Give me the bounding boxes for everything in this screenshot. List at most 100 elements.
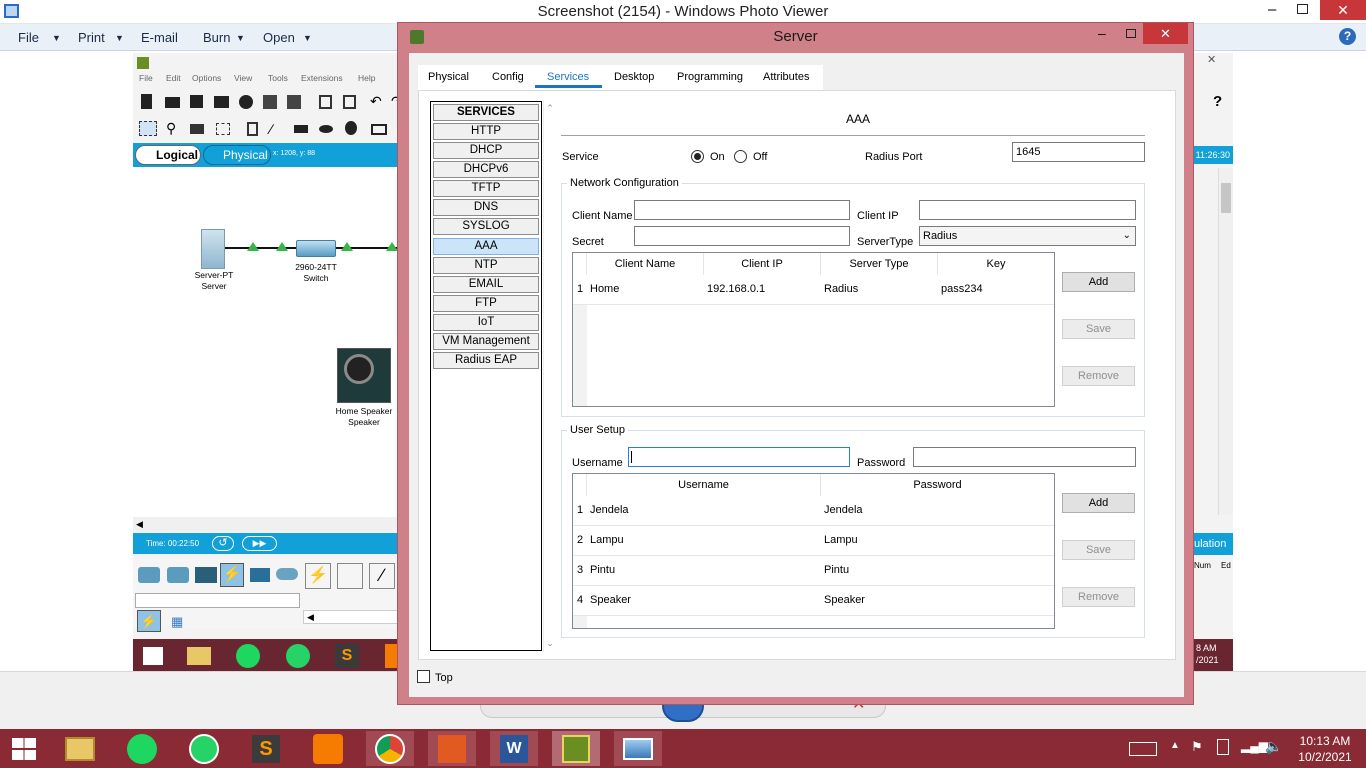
- minimize-icon[interactable]: –: [1268, 1, 1276, 18]
- switch-device-icon[interactable]: [296, 240, 336, 257]
- chevron-down-icon[interactable]: ▼: [115, 33, 124, 43]
- tab-programming[interactable]: Programming: [677, 71, 743, 83]
- pt-menu-tools[interactable]: Tools: [268, 73, 288, 83]
- menu-open[interactable]: Open: [263, 30, 295, 45]
- add-client-button[interactable]: Add: [1062, 272, 1135, 292]
- service-http[interactable]: HTTP: [433, 123, 539, 140]
- pt-horizontal-scrollbar[interactable]: ◀: [133, 517, 399, 531]
- freeform-icon[interactable]: [345, 121, 357, 135]
- speaker-device-icon[interactable]: [337, 348, 391, 403]
- tab-services[interactable]: Services: [547, 71, 589, 83]
- physical-tab[interactable]: Physical: [203, 145, 271, 165]
- service-tftp[interactable]: TFTP: [433, 180, 539, 197]
- sublime-taskbar-icon[interactable]: S: [242, 731, 290, 766]
- note-icon[interactable]: [247, 122, 258, 136]
- small-connection-icon[interactable]: ⚡: [137, 610, 161, 632]
- word-taskbar-icon[interactable]: W: [490, 731, 538, 766]
- pt-menu-edit[interactable]: Edit: [166, 73, 181, 83]
- components-icon[interactable]: [195, 567, 217, 583]
- client-ip-input[interactable]: [919, 200, 1136, 220]
- new-file-icon[interactable]: [141, 94, 152, 109]
- service-aaa[interactable]: AAA: [433, 238, 539, 255]
- chrome-taskbar-icon[interactable]: [366, 731, 414, 766]
- pt-menu-file[interactable]: File: [139, 73, 153, 83]
- reset-time-icon[interactable]: ↺: [212, 536, 234, 551]
- window-minimize-icon[interactable]: –: [1098, 25, 1106, 41]
- device-list-scrollbar[interactable]: ◀: [303, 610, 399, 624]
- service-dns[interactable]: DNS: [433, 199, 539, 216]
- copy-icon[interactable]: [319, 95, 332, 109]
- username-input[interactable]: [628, 447, 850, 467]
- service-iot[interactable]: IoT: [433, 314, 539, 331]
- device-search-field[interactable]: [135, 593, 300, 608]
- chevron-down-icon[interactable]: ▼: [236, 33, 245, 43]
- chevron-down-icon[interactable]: ▼: [303, 33, 312, 43]
- packet-tracer-taskbar-icon[interactable]: [552, 731, 600, 766]
- whatsapp-icon[interactable]: [286, 644, 310, 668]
- pt-right-close-icon[interactable]: ✕: [1207, 53, 1216, 66]
- help-icon[interactable]: ?: [1339, 28, 1356, 45]
- spotify-taskbar-icon[interactable]: [118, 731, 166, 766]
- fast-forward-icon[interactable]: ▶▶: [242, 536, 277, 551]
- secret-input[interactable]: [634, 226, 850, 246]
- keyboard-icon[interactable]: [1129, 742, 1157, 756]
- spotify-icon[interactable]: [236, 644, 260, 668]
- show-hidden-icons[interactable]: ▲: [1170, 740, 1180, 751]
- menu-burn[interactable]: Burn: [203, 30, 230, 45]
- network-devices-icon[interactable]: [138, 567, 160, 583]
- xampp-taskbar-icon[interactable]: [304, 731, 352, 766]
- pdu-icon[interactable]: [371, 124, 387, 135]
- clock-area[interactable]: 10:13 AM 10/2/2021: [1290, 733, 1360, 765]
- chevron-down-icon[interactable]: ▼: [52, 33, 61, 43]
- menu-file[interactable]: File: [18, 30, 39, 45]
- info-icon[interactable]: [239, 95, 253, 109]
- save-user-button[interactable]: Save: [1062, 540, 1135, 560]
- window-maximize-icon[interactable]: [1126, 29, 1136, 38]
- resize-icon[interactable]: [216, 123, 230, 135]
- save-icon[interactable]: [190, 95, 203, 108]
- acrobat-taskbar-icon[interactable]: [428, 731, 476, 766]
- password-input[interactable]: [913, 447, 1136, 467]
- file-explorer-taskbar-icon[interactable]: [56, 731, 104, 766]
- pt-workspace-canvas[interactable]: Server-PT Server 2960-24TT Switch Home S…: [133, 167, 399, 517]
- service-off-radio[interactable]: [734, 150, 747, 163]
- straight-cable-icon[interactable]: ∕: [369, 563, 395, 589]
- table-row[interactable]: 2 Lampu Lampu: [573, 526, 1054, 556]
- wizard-icon[interactable]: [263, 95, 277, 109]
- connections-icon[interactable]: ⚡: [220, 563, 244, 587]
- window-close-button[interactable]: ✕: [1143, 23, 1188, 44]
- close-button[interactable]: ✕: [1320, 0, 1366, 20]
- service-vm-management[interactable]: VM Management: [433, 333, 539, 350]
- start-button[interactable]: [0, 731, 48, 766]
- service-email[interactable]: EMAIL: [433, 276, 539, 293]
- pt-menu-help[interactable]: Help: [358, 73, 375, 83]
- table-row[interactable]: 3 Pintu Pintu: [573, 556, 1054, 586]
- pt-menu-view[interactable]: View: [234, 73, 252, 83]
- tab-attributes[interactable]: Attributes: [763, 71, 809, 83]
- remove-client-button[interactable]: Remove: [1062, 366, 1135, 386]
- console-cable-icon[interactable]: [337, 563, 363, 589]
- menu-email[interactable]: E-mail: [141, 30, 178, 45]
- photo-viewer-taskbar-icon[interactable]: [614, 731, 662, 766]
- undo-icon[interactable]: ↶: [370, 93, 382, 110]
- logical-tab[interactable]: Logical: [135, 145, 201, 165]
- service-radius-eap[interactable]: Radius EAP: [433, 352, 539, 369]
- print-icon[interactable]: [214, 96, 229, 108]
- ellipse-icon[interactable]: [319, 125, 333, 133]
- service-dhcp[interactable]: DHCP: [433, 142, 539, 159]
- activity-wizard-icon[interactable]: [287, 95, 301, 109]
- services-list-scrollbar[interactable]: ⌃ ⌄: [543, 101, 555, 651]
- sublime-icon[interactable]: S: [335, 644, 359, 668]
- misc-icon[interactable]: [250, 568, 270, 582]
- table-row[interactable]: 4 Speaker Speaker: [573, 586, 1054, 616]
- top-checkbox[interactable]: [417, 670, 430, 683]
- auto-connection-icon[interactable]: ⚡: [305, 563, 331, 589]
- grid-icon[interactable]: ▦: [171, 614, 183, 630]
- service-on-radio[interactable]: [691, 150, 704, 163]
- select-icon[interactable]: [139, 121, 157, 136]
- action-center-icon[interactable]: ⚑: [1191, 739, 1203, 755]
- table-row[interactable]: 1 Jendela Jendela: [573, 496, 1054, 526]
- pt-menu-options[interactable]: Options: [192, 73, 221, 83]
- whatsapp-taskbar-icon[interactable]: [180, 731, 228, 766]
- inspect-icon[interactable]: ⚲: [166, 120, 176, 137]
